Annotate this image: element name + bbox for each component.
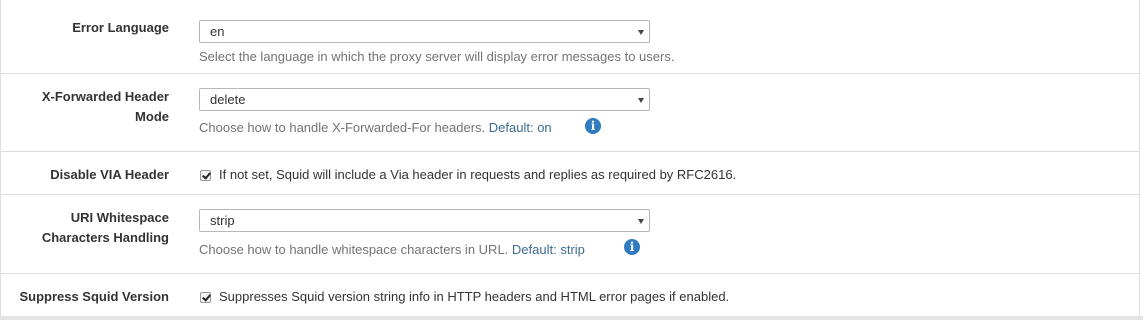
uri-whitespace-help: Choose how to handle whitespace characte… (199, 242, 585, 258)
info-circle-icon[interactable]: i (585, 118, 601, 134)
chevron-down-icon (638, 30, 644, 35)
x-forwarded-help-text: Choose how to handle X-Forwarded-For hea… (199, 120, 486, 135)
error-language-value: en (210, 24, 225, 39)
x-forwarded-label: X-Forwarded Header Mode (42, 87, 169, 127)
error-language-help: Select the language in which the proxy s… (199, 49, 675, 64)
chevron-down-icon (638, 219, 644, 224)
x-forwarded-help: Choose how to handle X-Forwarded-For hea… (199, 120, 552, 136)
uri-whitespace-label-line2: Characters Handling (41, 230, 169, 245)
row-uri-whitespace: URI Whitespace Characters Handling strip… (1, 195, 1140, 274)
row-x-forwarded-header-mode: X-Forwarded Header Mode delete Choose ho… (1, 74, 1140, 152)
uri-whitespace-value: strip (210, 213, 235, 228)
x-forwarded-label-line2: Mode (135, 109, 169, 124)
row-suppress-squid-version: Suppress Squid Version Suppresses Squid … (1, 274, 1140, 315)
uri-whitespace-label-line1: URI Whitespace (70, 210, 169, 225)
x-forwarded-select[interactable]: delete (199, 88, 650, 111)
uri-whitespace-default: Default: strip (511, 242, 585, 257)
panel-bottom-edge (0, 316, 1143, 320)
settings-panel: Error Language en Select the language in… (0, 0, 1140, 319)
error-language-label: Error Language (72, 20, 169, 35)
suppress-version-text: Suppresses Squid version string info in … (219, 289, 730, 304)
disable-via-checkbox[interactable] (200, 170, 211, 181)
disable-via-label: Disable VIA Header (50, 167, 169, 182)
uri-whitespace-select[interactable]: strip (199, 209, 650, 232)
uri-whitespace-help-text: Choose how to handle whitespace characte… (199, 242, 509, 257)
x-forwarded-label-line1: X-Forwarded Header (41, 89, 169, 104)
row-disable-via-header: Disable VIA Header If not set, Squid wil… (1, 152, 1140, 195)
info-circle-icon[interactable]: i (624, 239, 640, 255)
suppress-version-checkbox[interactable] (200, 292, 211, 303)
disable-via-text: If not set, Squid will include a Via hea… (219, 167, 737, 182)
error-language-select[interactable]: en (199, 20, 650, 43)
suppress-version-label: Suppress Squid Version (19, 289, 169, 304)
row-error-language: Error Language en Select the language in… (1, 0, 1140, 74)
uri-whitespace-label: URI Whitespace Characters Handling (42, 208, 169, 248)
x-forwarded-default: Default: on (488, 120, 552, 135)
chevron-down-icon (638, 98, 644, 103)
x-forwarded-value: delete (210, 92, 246, 107)
